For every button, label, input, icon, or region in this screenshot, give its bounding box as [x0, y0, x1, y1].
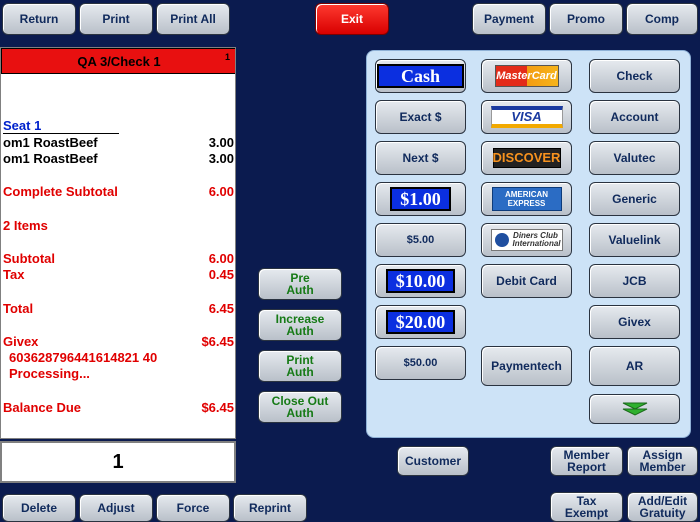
ar-button[interactable]: AR: [589, 346, 680, 386]
quantity-value: 1: [112, 450, 124, 473]
check-payment-button[interactable]: Check: [589, 59, 680, 93]
mastercard-logo-icon: MasterCard: [494, 65, 559, 87]
card-number: 603628796441614821 40: [9, 350, 158, 365]
jcb-button[interactable]: JCB: [589, 264, 680, 298]
print-button[interactable]: Print: [79, 3, 153, 35]
complete-subtotal-row: Complete Subtotal 6.00: [3, 184, 234, 199]
check-panel: QA 3/Check 1 1 Seat 1 om1 RoastBeef 3.00…: [0, 47, 236, 439]
adjust-button[interactable]: Adjust: [79, 494, 153, 522]
five-dollar-button[interactable]: $5.00: [375, 223, 466, 257]
print-auth-button[interactable]: Print Auth: [258, 350, 342, 382]
print-auth-label-2: Auth: [286, 365, 314, 379]
amex-logo-icon: AMERICAN EXPRESS: [491, 187, 562, 211]
increase-auth-button[interactable]: Increase Auth: [258, 309, 342, 341]
item-count: 2 Items: [3, 218, 48, 233]
item-name: om1 RoastBeef: [3, 135, 98, 150]
double-chevron-down-icon: [620, 401, 650, 417]
one-dollar-label: $1.00: [390, 187, 451, 211]
payment-row[interactable]: Givex $6.45: [3, 334, 234, 349]
account-button[interactable]: Account: [589, 100, 680, 134]
cash-button[interactable]: Cash: [375, 59, 466, 93]
discover-logo-icon: DISCOVER: [492, 148, 561, 168]
visa-logo-icon: VISA: [490, 106, 563, 128]
check-title: QA 3/Check 1: [77, 53, 161, 69]
twenty-dollar-label: $20.00: [385, 310, 456, 334]
item-amount: 3.00: [208, 135, 234, 150]
add-edit-gratuity-button[interactable]: Add/Edit Gratuity: [627, 492, 698, 522]
scroll-down-button[interactable]: [589, 394, 680, 424]
exact-amount-button[interactable]: Exact $: [375, 100, 466, 134]
visa-button[interactable]: VISA: [481, 100, 572, 134]
tax-exempt-label-2: Exempt: [564, 506, 609, 520]
givex-button[interactable]: Givex: [589, 305, 680, 339]
member-report-button[interactable]: Member Report: [550, 446, 623, 476]
valuelink-button[interactable]: Valuelink: [589, 223, 680, 257]
item-name: om1 RoastBeef: [3, 151, 98, 166]
diners-club-button[interactable]: Diners Club International: [481, 223, 572, 257]
processing-status: Processing...: [9, 366, 90, 381]
subtotal-row: Subtotal 6.00: [3, 251, 234, 266]
amex-button[interactable]: AMERICAN EXPRESS: [481, 182, 572, 216]
order-item[interactable]: om1 RoastBeef 3.00: [3, 135, 234, 150]
one-dollar-button[interactable]: $1.00: [375, 182, 466, 216]
cash-label: Cash: [376, 64, 464, 88]
check-corner-number: 1: [224, 52, 230, 62]
next-dollar-button[interactable]: Next $: [375, 141, 466, 175]
check-header[interactable]: QA 3/Check 1 1: [1, 48, 235, 74]
exit-button[interactable]: Exit: [315, 3, 389, 35]
pre-auth-label-2: Auth: [286, 283, 314, 297]
add-edit-gratuity-label-2: Gratuity: [639, 506, 686, 520]
debit-card-button[interactable]: Debit Card: [481, 264, 572, 298]
discover-button[interactable]: DISCOVER: [481, 141, 572, 175]
valutec-button[interactable]: Valutec: [589, 141, 680, 175]
balance-due-row: Balance Due $6.45: [3, 400, 234, 415]
generic-button[interactable]: Generic: [589, 182, 680, 216]
item-amount: 3.00: [208, 151, 234, 166]
seat-label[interactable]: Seat 1: [3, 118, 234, 134]
close-out-auth-button[interactable]: Close Out Auth: [258, 391, 342, 423]
quantity-display[interactable]: 1: [0, 441, 236, 483]
increase-auth-label-2: Auth: [286, 324, 314, 338]
diners-club-logo-icon: Diners Club International: [490, 229, 563, 251]
tax-row: Tax 0.45: [3, 267, 234, 282]
ten-dollar-button[interactable]: $10.00: [375, 264, 466, 298]
order-item[interactable]: om1 RoastBeef 3.00: [3, 151, 234, 166]
promo-button[interactable]: Promo: [549, 3, 623, 35]
reprint-button[interactable]: Reprint: [233, 494, 307, 522]
delete-button[interactable]: Delete: [2, 494, 76, 522]
print-all-button[interactable]: Print All: [156, 3, 230, 35]
assign-member-button[interactable]: Assign Member: [627, 446, 698, 476]
paymentech-button[interactable]: Paymentech: [481, 346, 572, 386]
payment-button[interactable]: Payment: [472, 3, 546, 35]
comp-button[interactable]: Comp: [626, 3, 698, 35]
member-report-label-2: Report: [567, 460, 606, 474]
ten-dollar-label: $10.00: [385, 269, 456, 293]
return-button[interactable]: Return: [2, 3, 76, 35]
assign-member-label-2: Member: [639, 460, 686, 474]
customer-button[interactable]: Customer: [397, 446, 469, 476]
twenty-dollar-button[interactable]: $20.00: [375, 305, 466, 339]
fifty-dollar-button[interactable]: $50.00: [375, 346, 466, 380]
total-row: Total 6.45: [3, 301, 234, 316]
mastercard-button[interactable]: MasterCard: [481, 59, 572, 93]
tax-exempt-button[interactable]: Tax Exempt: [550, 492, 623, 522]
close-out-auth-label-2: Auth: [286, 406, 314, 420]
force-button[interactable]: Force: [156, 494, 230, 522]
pre-auth-button[interactable]: Pre Auth: [258, 268, 342, 300]
